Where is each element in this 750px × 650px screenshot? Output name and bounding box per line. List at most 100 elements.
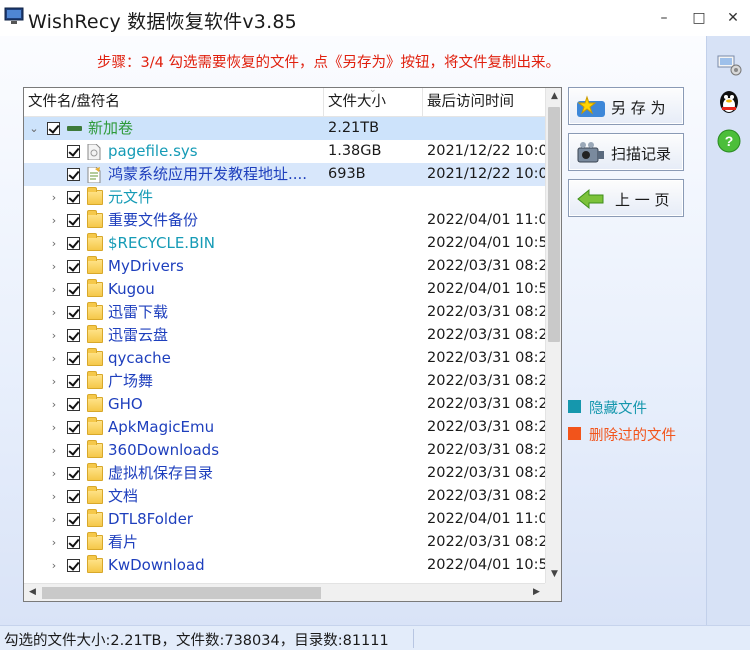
- expand-right-icon[interactable]: ›: [48, 278, 60, 301]
- row-checkbox[interactable]: [67, 467, 80, 480]
- row-checkbox[interactable]: [67, 536, 80, 549]
- row-checkbox[interactable]: [67, 145, 80, 158]
- row-checkbox[interactable]: [47, 122, 60, 135]
- row-size: 693B: [328, 166, 366, 182]
- table-row[interactable]: › MyDrivers 2022/03/31 08:2: [24, 255, 545, 278]
- table-row[interactable]: › 虚拟机保存目录 2022/03/31 08:2: [24, 462, 545, 485]
- table-row[interactable]: pagefile.sys 1.38GB 2021/12/22 10:0: [24, 140, 545, 163]
- row-checkbox[interactable]: [67, 398, 80, 411]
- row-date: 2021/12/22 10:0: [427, 143, 545, 159]
- vertical-scroll-thumb[interactable]: [548, 107, 560, 342]
- network-computer-icon[interactable]: [715, 50, 743, 78]
- expand-right-icon[interactable]: ›: [48, 347, 60, 370]
- table-row[interactable]: › Kugou 2022/04/01 10:5: [24, 278, 545, 301]
- row-checkbox[interactable]: [67, 490, 80, 503]
- table-row[interactable]: › 重要文件备份 2022/04/01 11:0: [24, 209, 545, 232]
- maximize-button[interactable]: □: [689, 8, 709, 28]
- row-checkbox[interactable]: [67, 237, 80, 250]
- row-name: 元文件: [108, 188, 154, 206]
- row-size: 1.38GB: [328, 143, 382, 159]
- expand-right-icon[interactable]: ›: [48, 232, 60, 255]
- row-name: Kugou: [108, 280, 155, 298]
- help-icon[interactable]: ?: [715, 128, 743, 156]
- scroll-down-arrow-icon[interactable]: ▼: [546, 566, 561, 583]
- row-checkbox[interactable]: [67, 421, 80, 434]
- row-name: 360Downloads: [108, 441, 220, 459]
- header-name[interactable]: 文件名/盘符名: [24, 88, 324, 117]
- row-name: 迅雷云盘: [108, 326, 169, 344]
- expand-right-icon[interactable]: ›: [48, 301, 60, 324]
- scroll-left-arrow-icon[interactable]: ◀: [24, 584, 41, 601]
- expand-right-icon[interactable]: ›: [48, 370, 60, 393]
- row-date: 2022/03/31 08:2: [427, 465, 545, 481]
- row-checkbox[interactable]: [67, 352, 80, 365]
- row-checkbox[interactable]: [67, 306, 80, 319]
- expand-right-icon[interactable]: ›: [48, 462, 60, 485]
- row-date: 2022/03/31 08:2: [427, 350, 545, 366]
- expand-right-icon[interactable]: ›: [48, 255, 60, 278]
- table-row[interactable]: › 文档 2022/03/31 08:2: [24, 485, 545, 508]
- table-row[interactable]: › ApkMagicEmu 2022/03/31 08:2: [24, 416, 545, 439]
- row-checkbox[interactable]: [67, 191, 80, 204]
- horizontal-scroll-thumb[interactable]: [42, 587, 321, 599]
- row-checkbox[interactable]: [67, 283, 80, 296]
- camera-icon: [577, 142, 604, 163]
- save-as-button[interactable]: 另 存 为: [568, 87, 684, 125]
- table-row[interactable]: ⌄ 新加卷 2.21TB: [24, 117, 545, 140]
- row-name: MyDrivers: [108, 257, 184, 275]
- row-checkbox[interactable]: [67, 513, 80, 526]
- row-name: 文档: [108, 487, 139, 505]
- expand-right-icon[interactable]: ›: [48, 439, 60, 462]
- table-row[interactable]: › KwDownload 2022/04/01 10:5: [24, 554, 545, 577]
- scan-record-button[interactable]: 扫描记录: [568, 133, 684, 171]
- row-checkbox[interactable]: [67, 260, 80, 273]
- table-row[interactable]: › 360Downloads 2022/03/31 08:2: [24, 439, 545, 462]
- status-summary: 勾选的文件大小:2.21TB，文件数:738034，目录数:81111: [4, 633, 389, 649]
- header-date[interactable]: 最后访问时间: [423, 88, 553, 117]
- qq-penguin-icon[interactable]: [715, 88, 743, 116]
- row-checkbox[interactable]: [67, 375, 80, 388]
- expand-right-icon[interactable]: ›: [48, 209, 60, 232]
- row-checkbox[interactable]: [67, 168, 80, 181]
- row-checkbox[interactable]: [67, 559, 80, 572]
- row-name: qycache: [108, 349, 171, 367]
- table-row[interactable]: › DTL8Folder 2022/04/01 11:0: [24, 508, 545, 531]
- expand-right-icon[interactable]: ›: [48, 531, 60, 554]
- expand-right-icon[interactable]: ›: [48, 324, 60, 347]
- row-checkbox[interactable]: [67, 444, 80, 457]
- folder-icon: [87, 371, 103, 389]
- table-row[interactable]: › 广场舞 2022/03/31 08:2: [24, 370, 545, 393]
- expand-right-icon[interactable]: ›: [48, 508, 60, 531]
- save-as-label: 另 存 为: [611, 99, 666, 117]
- legend-swatch-deleted: [568, 427, 581, 440]
- row-checkbox[interactable]: [67, 329, 80, 342]
- expand-right-icon[interactable]: ›: [48, 416, 60, 439]
- folder-icon: [87, 394, 103, 412]
- prev-page-button[interactable]: 上 一 页: [568, 179, 684, 217]
- folder-icon: [87, 417, 103, 435]
- table-row[interactable]: 鸿蒙系统应用开发教程地址.... 693B 2021/12/22 10:0: [24, 163, 545, 186]
- row-date: 2022/03/31 08:2: [427, 488, 545, 504]
- table-row[interactable]: › 看片 2022/03/31 08:2: [24, 531, 545, 554]
- horizontal-scrollbar[interactable]: ◀ ▶: [24, 583, 545, 601]
- table-row[interactable]: › 迅雷下载 2022/03/31 08:2: [24, 301, 545, 324]
- expand-right-icon[interactable]: ›: [48, 485, 60, 508]
- expand-right-icon[interactable]: ›: [48, 186, 60, 209]
- table-row[interactable]: › 元文件: [24, 186, 545, 209]
- table-row[interactable]: › qycache 2022/03/31 08:2: [24, 347, 545, 370]
- expand-right-icon[interactable]: ›: [48, 393, 60, 416]
- expand-right-icon[interactable]: ›: [48, 554, 60, 577]
- folder-icon: [87, 210, 103, 228]
- scroll-up-arrow-icon[interactable]: ▲: [546, 88, 561, 105]
- minimize-button[interactable]: –: [654, 8, 674, 28]
- scroll-right-arrow-icon[interactable]: ▶: [528, 584, 545, 601]
- table-row[interactable]: › 迅雷云盘 2022/03/31 08:2: [24, 324, 545, 347]
- expand-down-icon[interactable]: ⌄: [28, 117, 40, 140]
- vertical-scrollbar[interactable]: ▲ ▼: [545, 88, 561, 583]
- row-checkbox[interactable]: [67, 214, 80, 227]
- table-row[interactable]: › $RECYCLE.BIN 2022/04/01 10:5: [24, 232, 545, 255]
- scroll-corner: [545, 583, 561, 601]
- close-button[interactable]: ✕: [723, 8, 743, 28]
- table-row[interactable]: › GHO 2022/03/31 08:2: [24, 393, 545, 416]
- row-date: 2022/03/31 08:2: [427, 396, 545, 412]
